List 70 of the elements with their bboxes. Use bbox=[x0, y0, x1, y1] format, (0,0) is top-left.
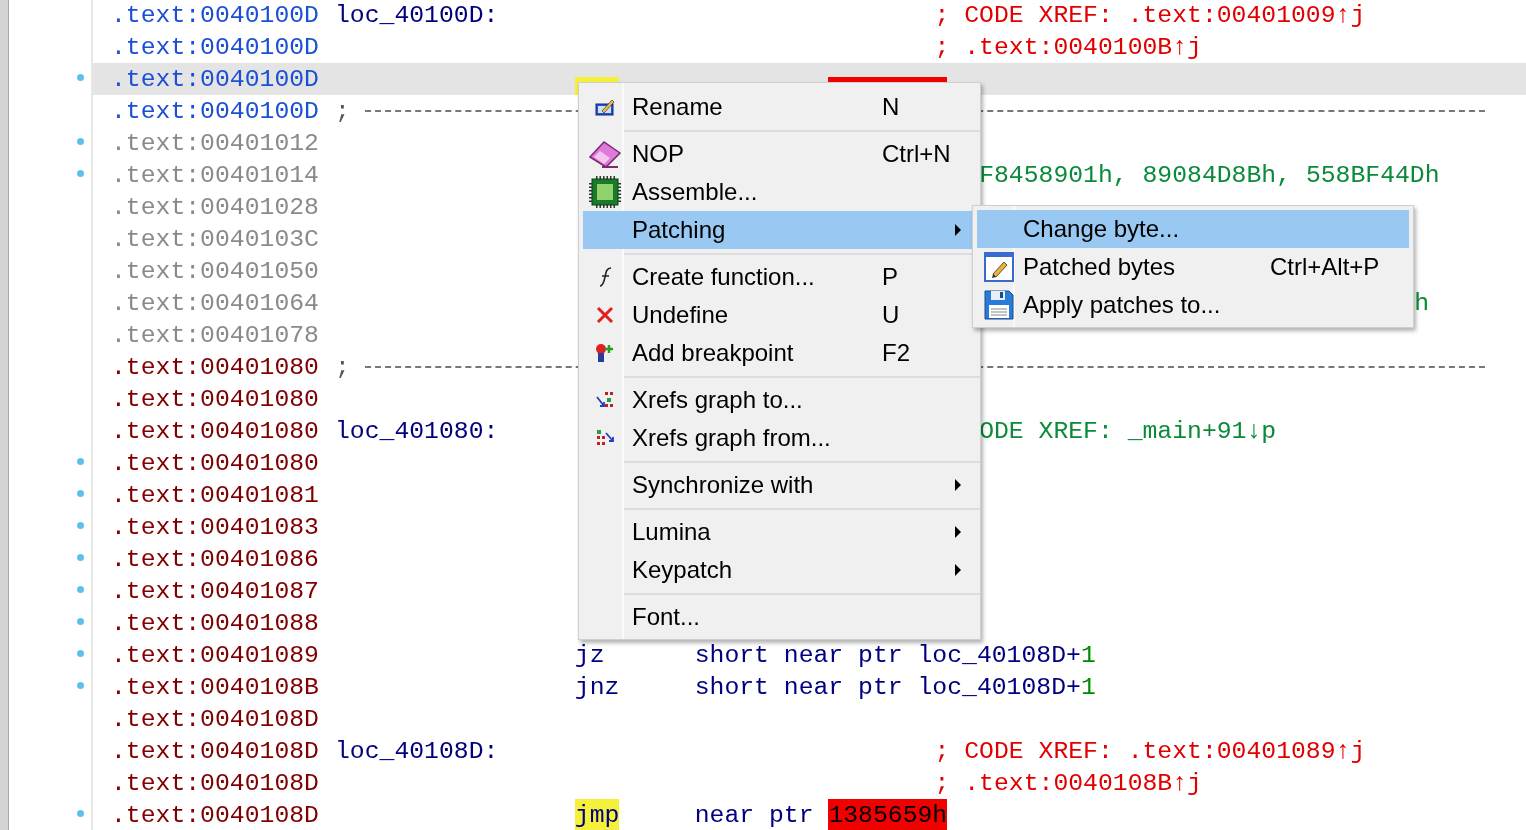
menu-item[interactable]: Create function... P bbox=[583, 258, 976, 296]
breakpoint-icon bbox=[595, 343, 615, 363]
label-text: loc_40100D: bbox=[334, 0, 499, 31]
address-text: .text:00401089 bbox=[111, 640, 319, 671]
operand-text: 1 bbox=[1080, 672, 1096, 703]
address-text: .text:0040100D bbox=[111, 64, 319, 95]
operand-text: 1 bbox=[1080, 640, 1096, 671]
data-text: h bbox=[1414, 288, 1430, 319]
graph-icon bbox=[595, 429, 615, 447]
menu-item[interactable]: Synchronize with bbox=[583, 466, 976, 504]
address-text: .text:0040103C bbox=[111, 224, 319, 255]
address-text: .text:00401080 bbox=[111, 352, 319, 383]
address-text: .text:0040108D bbox=[111, 800, 319, 830]
address-text: .text:00401087 bbox=[111, 576, 319, 607]
address-text: .text:0040100D bbox=[111, 32, 319, 63]
menu-item[interactable]: Rename N bbox=[583, 88, 976, 126]
menu-item[interactable]: Font... bbox=[583, 598, 976, 636]
mnemonic-text: jz bbox=[574, 640, 605, 671]
function-icon bbox=[598, 266, 612, 288]
address-text: .text:00401080 bbox=[111, 384, 319, 415]
menu-item[interactable]: NOP Ctrl+N bbox=[583, 135, 976, 173]
pencil-icon bbox=[595, 98, 615, 116]
address-text: .text:00401078 bbox=[111, 320, 319, 351]
comment-text: ; CODE XREF: .text:00401089↑j bbox=[934, 736, 1366, 767]
menu-item[interactable]: Xrefs graph to... bbox=[583, 381, 976, 419]
menu-item[interactable]: Xrefs graph from... bbox=[583, 419, 976, 457]
chip-icon bbox=[589, 176, 621, 208]
label-text: loc_401080: bbox=[334, 416, 499, 447]
graph-icon bbox=[595, 391, 615, 409]
address-text: .text:0040100D bbox=[111, 96, 319, 127]
address-text: .text:00401080 bbox=[111, 448, 319, 479]
eraser-icon bbox=[588, 139, 622, 169]
menu-item[interactable]: Undefine U bbox=[583, 296, 976, 334]
address-text: .text:0040108D bbox=[111, 736, 319, 767]
address-text: .text:00401083 bbox=[111, 512, 319, 543]
address-text: .text:0040108D bbox=[111, 704, 319, 735]
address-text: .text:00401086 bbox=[111, 544, 319, 575]
comment-mark: ; bbox=[334, 352, 350, 383]
comment-text: ; .text:0040100B↑j bbox=[934, 32, 1202, 63]
comment-text: ; .text:0040108B↑j bbox=[934, 768, 1202, 799]
address-text: .text:00401014 bbox=[111, 160, 319, 191]
address-text: .text:00401088 bbox=[111, 608, 319, 639]
address-text: .text:0040108B bbox=[111, 672, 319, 703]
address-text: .text:0040100D bbox=[111, 0, 319, 31]
operand-text: short near ptr loc_40108D+ bbox=[694, 640, 1081, 671]
operand-text: short near ptr loc_40108D+ bbox=[694, 672, 1081, 703]
data-text: F8458901h, 89084D8Bh, 558BF44Dh bbox=[979, 160, 1440, 191]
menu-item[interactable]: Patched bytes Ctrl+Alt+P bbox=[977, 248, 1409, 286]
menu-item[interactable]: Keypatch bbox=[583, 551, 976, 589]
address-text: .text:00401050 bbox=[111, 256, 319, 287]
menu-item[interactable]: Apply patches to... bbox=[977, 286, 1409, 324]
address-text: .text:00401028 bbox=[111, 192, 319, 223]
menu-item[interactable]: Change byte... bbox=[977, 210, 1409, 248]
comment-mark: ; bbox=[334, 96, 350, 127]
comment-text: ; CODE XREF: .text:00401009↑j bbox=[934, 0, 1366, 31]
mnemonic-text: jmp bbox=[574, 799, 620, 830]
address-text: .text:00401012 bbox=[111, 128, 319, 159]
address-text: .text:00401080 bbox=[111, 416, 319, 447]
address-text: .text:00401081 bbox=[111, 480, 319, 511]
address-text: .text:0040108D bbox=[111, 768, 319, 799]
address-text: .text:00401064 bbox=[111, 288, 319, 319]
menu-item[interactable]: Lumina bbox=[583, 513, 976, 551]
mnemonic-text: jnz bbox=[574, 672, 620, 703]
data-text: ODE XREF: _main+91↓p bbox=[979, 416, 1277, 447]
label-text: loc_40108D: bbox=[334, 736, 499, 767]
menu-item[interactable]: Assemble... bbox=[583, 173, 976, 211]
error-operand: 1385659h bbox=[828, 799, 948, 830]
operand-text: near ptr bbox=[694, 800, 815, 830]
menu-item[interactable]: Add breakpoint F2 bbox=[583, 334, 976, 372]
close-icon bbox=[596, 306, 614, 324]
